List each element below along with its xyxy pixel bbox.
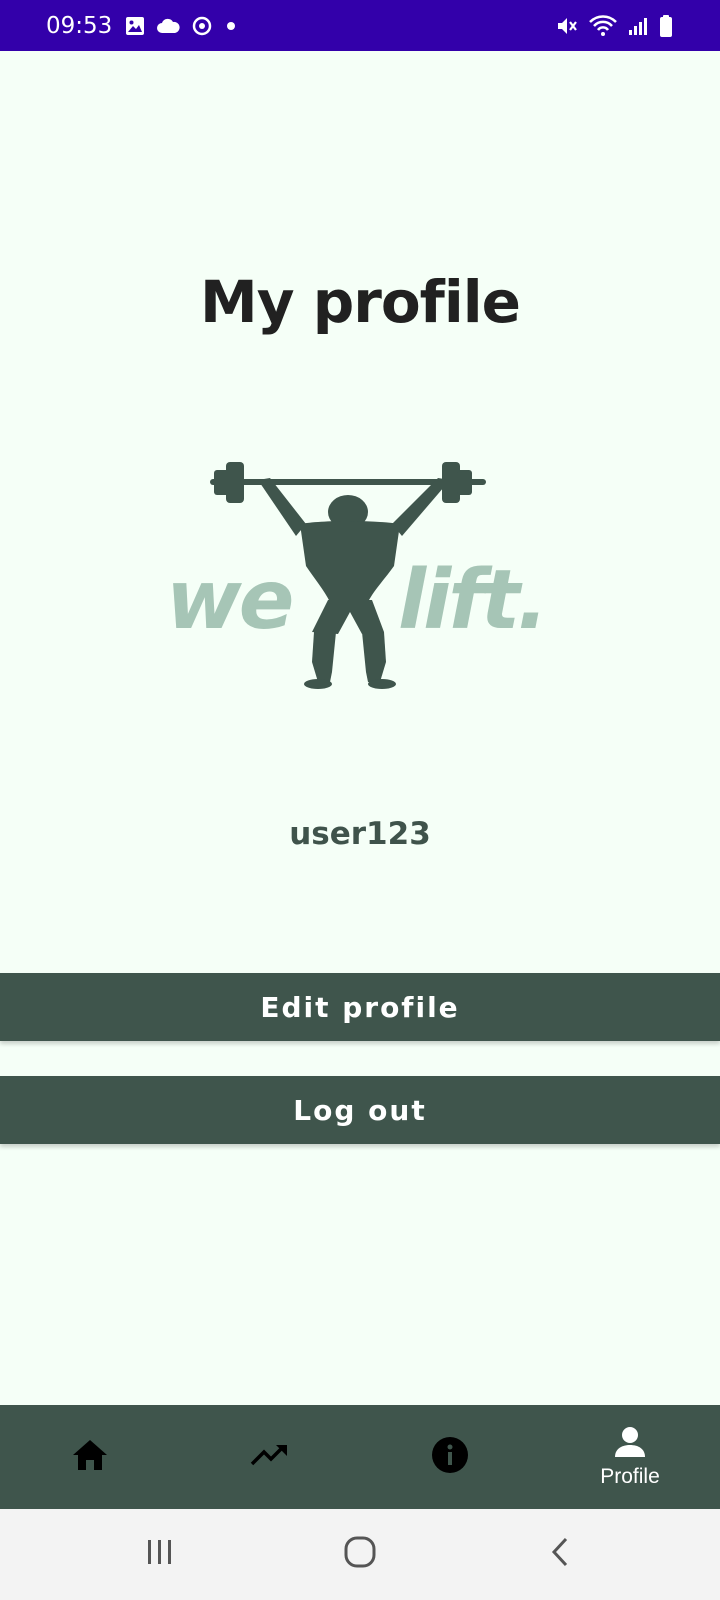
weightlifter-icon: [210, 462, 486, 689]
system-home-button[interactable]: [320, 1525, 400, 1585]
bottom-navigation: Profile: [0, 1405, 720, 1509]
dot-icon: [224, 19, 238, 33]
logout-button[interactable]: Log out: [0, 1076, 720, 1144]
page-title: My profile: [199, 268, 521, 336]
nav-item-progress[interactable]: [180, 1405, 360, 1509]
nav-item-home[interactable]: [0, 1405, 180, 1509]
status-bar-left: 09:53: [46, 13, 238, 39]
status-bar: 09:53: [0, 0, 720, 51]
back-icon: [548, 1536, 572, 1573]
gallery-icon: [125, 16, 145, 36]
signal-icon: [627, 15, 649, 37]
status-bar-right: [555, 14, 674, 38]
edit-profile-button[interactable]: Edit profile: [0, 973, 720, 1041]
mute-icon: [555, 15, 579, 37]
nav-item-profile[interactable]: Profile: [540, 1405, 720, 1509]
info-icon: [430, 1435, 470, 1480]
battery-icon: [658, 14, 674, 38]
username: user123: [289, 816, 431, 852]
person-icon: [613, 1426, 647, 1463]
home-circle-icon: [343, 1535, 377, 1574]
welift-logo: we lift.: [162, 462, 562, 707]
nav-label-profile: Profile: [600, 1464, 660, 1488]
sync-icon: [191, 15, 213, 37]
back-button[interactable]: [520, 1525, 600, 1585]
system-navigation-bar: [0, 1509, 720, 1600]
nav-item-info[interactable]: [360, 1405, 540, 1509]
home-icon: [71, 1438, 109, 1477]
cloud-icon: [156, 17, 180, 35]
wifi-icon: [588, 14, 618, 38]
recents-button[interactable]: [120, 1525, 200, 1585]
trending-up-icon: [250, 1442, 290, 1473]
recents-icon: [145, 1538, 175, 1571]
status-time: 09:53: [46, 12, 113, 39]
